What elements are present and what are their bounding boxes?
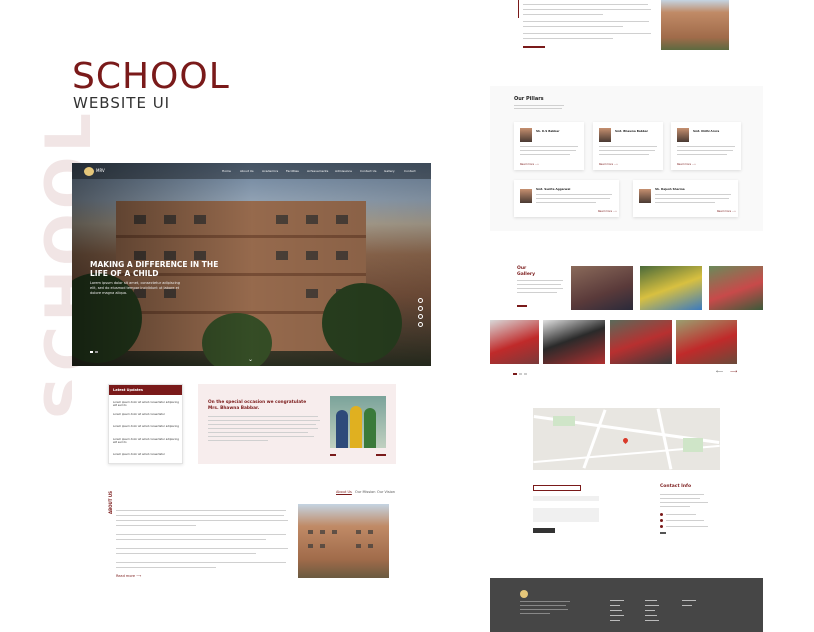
nav-about[interactable]: About Us — [240, 169, 254, 173]
gallery-prev-icon[interactable]: ⟵ — [716, 370, 723, 375]
pillar-photo — [599, 128, 611, 142]
school-logo[interactable] — [84, 167, 94, 176]
right-about-preview — [490, 0, 763, 80]
map-pin-icon[interactable] — [621, 436, 630, 445]
name-input[interactable] — [533, 485, 581, 491]
congrats-heading: On the special occasion we congratulate … — [208, 400, 307, 411]
footer-logo[interactable] — [520, 590, 528, 598]
tab-our-mission[interactable]: Our Mission — [355, 490, 376, 494]
tab-our-vision[interactable]: Our Vision — [377, 490, 395, 494]
twitter-icon[interactable] — [418, 314, 423, 319]
pillar-name: Smt. Nidhi Arora — [693, 129, 720, 133]
contact-title: Contact Info — [660, 484, 692, 489]
congratulations-card: On the special occasion we congratulate … — [198, 384, 396, 464]
pillar-card[interactable]: Smt. Bhawna Babbar Read more ⟶ — [593, 122, 663, 170]
pillar-card[interactable]: Sh. K.S Babbar Read more ⟶ — [514, 122, 584, 170]
building-thumbnail — [661, 0, 729, 50]
pillar-card[interactable]: Smt. Nidhi Arora Read more ⟶ — [671, 122, 741, 170]
submit-button[interactable] — [533, 528, 555, 533]
gallery-photo[interactable] — [676, 320, 737, 364]
tab-about-us[interactable]: About Us — [336, 490, 352, 494]
pillars-title: Our Pillars — [514, 96, 544, 102]
site-footer — [490, 578, 763, 632]
instagram-icon[interactable] — [418, 322, 423, 327]
update-item[interactable]: Lorem ipsum dolor sit amet consectetur — [113, 453, 179, 456]
nav-home[interactable]: Home — [222, 169, 231, 173]
pillar-card[interactable]: Sh. Rajesh Sharma Read more ⟶ — [633, 180, 738, 217]
hero-section: MRV Home About Us Academics Facilities A… — [72, 163, 431, 366]
about-read-more-link[interactable]: Read more ⟶ — [116, 574, 141, 578]
about-building-image — [298, 504, 389, 578]
phone-icon — [660, 519, 663, 522]
facebook-icon[interactable] — [418, 298, 423, 303]
update-item[interactable]: Lorem ipsum dolor sit amet consectetur — [113, 413, 179, 416]
nav-contact-us[interactable]: Contact Us — [360, 169, 376, 173]
pillar-read-more[interactable]: Read more ⟶ — [598, 210, 617, 213]
gallery-next-icon[interactable]: ⟶ — [730, 370, 737, 375]
pillar-name: Smt. Sunita Aggarwal — [536, 187, 571, 191]
nav-facilities[interactable]: Facilities — [286, 169, 299, 173]
updates-about-section: Latest Updates Lorem ipsum dolor sit ame… — [72, 372, 431, 632]
pillar-card[interactable]: Smt. Sunita Aggarwal Read more ⟶ — [514, 180, 619, 217]
location-map[interactable] — [533, 408, 720, 470]
nav-academics[interactable]: Academics — [262, 169, 278, 173]
top-navbar: MRV Home About Us Academics Facilities A… — [72, 163, 431, 179]
gallery-photo[interactable] — [571, 266, 633, 310]
nav-achievements[interactable]: Achievements — [307, 169, 328, 173]
update-item[interactable]: Lorem ipsum dolor sit amet consectetur a… — [113, 425, 179, 428]
pillar-name: Sh. K.S Babbar — [536, 129, 560, 133]
youtube-icon[interactable] — [418, 306, 423, 311]
hero-heading: MAKING A DIFFERENCE IN THE LIFE OF A CHI… — [90, 260, 219, 278]
about-vertical-label: ABOUT US — [108, 490, 113, 514]
latest-updates-header: Latest Updates — [109, 385, 182, 395]
nav-gallery[interactable]: Gallery — [384, 169, 395, 173]
pillar-read-more[interactable]: Read more ⟶ — [677, 163, 696, 166]
hero-description: Lorem ipsum dolor sit amet, consectetur … — [90, 281, 180, 295]
pillar-name: Smt. Bhawna Babbar — [615, 129, 649, 133]
contact-section: Contact Info — [490, 394, 763, 574]
email-input[interactable] — [533, 496, 599, 501]
gallery-photo[interactable] — [543, 320, 605, 364]
logo-text: MRV — [96, 168, 105, 173]
gallery-title: Our Gallery — [517, 266, 536, 277]
social-icons[interactable] — [660, 532, 666, 534]
pillar-read-more[interactable]: Read more ⟶ — [599, 163, 618, 166]
nav-contact[interactable]: Contact — [404, 169, 416, 173]
nav-admissions[interactable]: Admissions — [335, 169, 352, 173]
our-gallery-section: Our Gallery ⟵ ⟶ — [490, 238, 763, 388]
pillar-read-more[interactable]: Read more ⟶ — [717, 210, 736, 213]
gallery-photo[interactable] — [610, 320, 672, 364]
our-pillars-section: Our Pillars Sh. K.S Babbar Read more ⟶ S… — [490, 86, 763, 231]
scroll-down-icon[interactable]: ⌄ — [248, 356, 253, 363]
update-item[interactable]: Lorem ipsum dolor sit amet consectetur a… — [113, 438, 179, 445]
pillar-read-more[interactable]: Read more ⟶ — [520, 163, 539, 166]
update-item[interactable]: Lorem ipsum dolor sit amet consectetur a… — [113, 401, 179, 408]
message-input[interactable] — [533, 508, 599, 522]
showcase-title: SCHOOL — [72, 56, 230, 97]
showcase-subtitle: WEBSITE UI — [73, 94, 171, 112]
gallery-photo[interactable] — [490, 320, 539, 364]
pillar-photo — [520, 128, 532, 142]
pillar-name: Sh. Rajesh Sharma — [655, 187, 685, 191]
gallery-photo[interactable] — [640, 266, 702, 310]
location-icon — [660, 525, 663, 528]
gallery-photo[interactable] — [709, 266, 763, 310]
pillar-photo — [639, 189, 651, 203]
award-photo — [330, 396, 386, 448]
email-icon — [660, 513, 663, 516]
latest-updates-card: Latest Updates Lorem ipsum dolor sit ame… — [108, 384, 183, 464]
read-more-link[interactable] — [523, 46, 545, 48]
pillar-photo — [520, 189, 532, 203]
pillar-photo — [677, 128, 689, 142]
